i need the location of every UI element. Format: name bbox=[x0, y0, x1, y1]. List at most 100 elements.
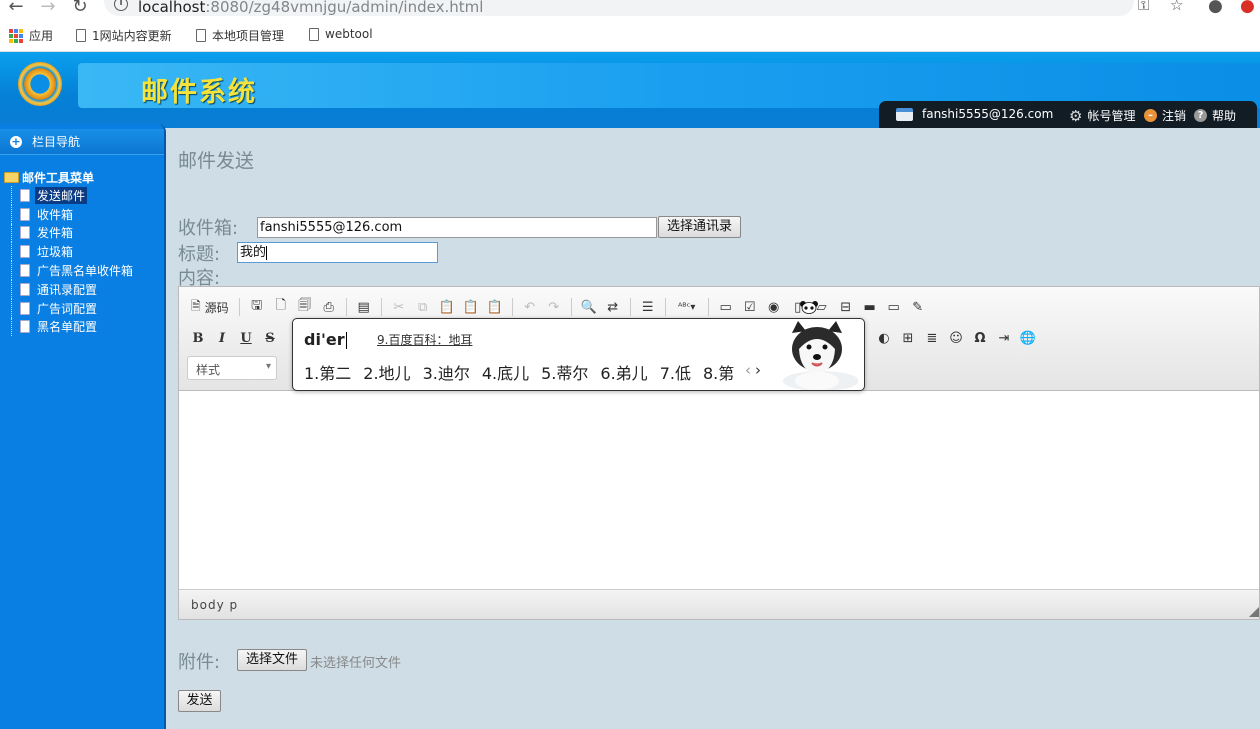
subject-label: 标题: bbox=[178, 244, 221, 265]
profile-icon[interactable]: ● bbox=[1208, 0, 1223, 16]
next-page-icon[interactable]: › bbox=[755, 361, 765, 379]
form-icon[interactable]: ▭ bbox=[715, 296, 737, 318]
sidebar-item-inbox[interactable]: 收件箱 bbox=[4, 204, 135, 224]
star-icon[interactable]: ☆ bbox=[1170, 0, 1183, 14]
radio-icon[interactable]: ◉ bbox=[763, 296, 785, 318]
ime-candidate-list: 1.第二 2.地儿 3.迪尔 4.底儿 5.蒂尔 6.弟儿 7.低 8.第 bbox=[304, 360, 734, 384]
underline-button[interactable]: U bbox=[235, 327, 257, 349]
table-icon[interactable]: ⊞ bbox=[897, 327, 919, 349]
to-input[interactable]: fanshi5555@126.com bbox=[257, 217, 657, 238]
save-icon[interactable]: 🖫 bbox=[246, 296, 268, 318]
select-contacts-button[interactable]: 选择通讯录 bbox=[658, 216, 741, 238]
checkbox-icon[interactable]: ☑ bbox=[739, 296, 761, 318]
sidebar-item-send-mail[interactable]: 发送邮件 bbox=[4, 186, 135, 205]
special-char-icon[interactable]: Ω bbox=[969, 327, 991, 349]
find-icon[interactable]: 🔍 bbox=[578, 296, 600, 318]
hidden-field-icon[interactable]: ✎ bbox=[907, 296, 929, 318]
paste-word-icon[interactable]: 📋 bbox=[484, 296, 506, 318]
print-icon[interactable]: ⎙ bbox=[318, 296, 340, 318]
sidebar-item-ad-words-config[interactable]: 广告词配置 bbox=[4, 298, 135, 318]
bookmark-apps[interactable]: 应用 bbox=[9, 27, 53, 44]
logout-link[interactable]: – 注销 bbox=[1144, 107, 1186, 124]
sidebar-item-blacklist-config[interactable]: 黑名单配置 bbox=[4, 317, 135, 337]
iframe-icon[interactable]: 🌐 bbox=[1017, 327, 1039, 349]
page-break-icon[interactable]: ⇥ bbox=[993, 327, 1015, 349]
flash-icon[interactable]: ◐ bbox=[873, 327, 895, 349]
sidebar-item-ad-blacklist-inbox[interactable]: 广告黑名单收件箱 bbox=[4, 261, 135, 280]
spellcheck-icon[interactable]: ᴬᴮᶜ▾ bbox=[672, 296, 702, 318]
source-button[interactable]: 🗎 源码 bbox=[187, 296, 233, 318]
send-button[interactable]: 发送 bbox=[178, 690, 221, 712]
menu-root[interactable]: 邮件工具菜单 bbox=[4, 168, 135, 186]
ime-baike-text: 9.百度百科：地耳 bbox=[377, 333, 473, 347]
page-icon bbox=[76, 29, 86, 42]
document-icon bbox=[20, 301, 30, 315]
new-page-icon[interactable]: 🗋 bbox=[270, 296, 292, 318]
ime-candidate[interactable]: 4.底儿 bbox=[482, 360, 529, 384]
sidebar-item-trash[interactable]: 垃圾箱 bbox=[4, 242, 135, 261]
cut-icon[interactable]: ✂ bbox=[388, 296, 410, 318]
preview-icon[interactable]: 🗐 bbox=[294, 296, 316, 318]
bold-button[interactable]: B bbox=[187, 327, 209, 349]
undo-icon[interactable]: ↶ bbox=[519, 296, 541, 318]
prev-page-icon[interactable]: ‹ bbox=[745, 361, 755, 379]
style-select[interactable]: 样式 bbox=[187, 356, 277, 380]
ime-candidate[interactable]: 1.第二 bbox=[304, 360, 351, 384]
sidebar-item-label: 广告黑名单收件箱 bbox=[37, 264, 134, 279]
ime-candidate[interactable]: 8.第 bbox=[703, 360, 734, 384]
bookmark-item[interactable]: 本地项目管理 bbox=[196, 27, 284, 44]
button-field-icon[interactable]: ▬ bbox=[859, 296, 881, 318]
ime-candidate[interactable]: 5.蒂尔 bbox=[541, 360, 588, 384]
paste-icon[interactable]: 📋 bbox=[436, 296, 458, 318]
select-field-icon[interactable]: ⊟ bbox=[835, 296, 857, 318]
ime-candidate[interactable]: 7.低 bbox=[660, 360, 691, 384]
key-icon[interactable]: ⚿ bbox=[1138, 0, 1149, 14]
sidebar-item-label: 发件箱 bbox=[37, 226, 74, 241]
back-icon[interactable]: ← bbox=[6, 0, 26, 17]
italic-button[interactable]: I bbox=[211, 327, 233, 349]
select-all-icon[interactable]: ☰ bbox=[637, 296, 659, 318]
resize-grip-icon[interactable] bbox=[1249, 607, 1259, 617]
smiley-icon[interactable]: ☺ bbox=[945, 327, 967, 349]
forward-icon[interactable]: → bbox=[38, 0, 58, 17]
sidebar-nav-header[interactable]: + 栏目导航 bbox=[0, 129, 164, 155]
to-label: 收件箱: bbox=[178, 218, 239, 239]
update-icon[interactable]: ● bbox=[1240, 0, 1255, 16]
strike-button[interactable]: S bbox=[259, 327, 281, 349]
user-email: fanshi5555@126.com bbox=[922, 107, 1054, 121]
ime-composition: di'er bbox=[304, 330, 347, 349]
toolbar-separator bbox=[707, 298, 709, 316]
sidebar-item-contacts-config[interactable]: 通讯录配置 bbox=[4, 279, 135, 299]
ime-baike-suggestion[interactable]: 9.百度百科：地耳 bbox=[377, 331, 472, 348]
editor-body[interactable] bbox=[179, 391, 1259, 587]
bookmark-item[interactable]: 1网站内容更新 bbox=[76, 27, 172, 44]
replace-icon[interactable]: ⇄ bbox=[602, 296, 624, 318]
bookmark-label: 应用 bbox=[29, 29, 54, 43]
account-settings-link[interactable]: ⚙ 帐号管理 bbox=[1069, 107, 1135, 124]
attachment-label: 附件: bbox=[178, 652, 221, 673]
address-bar[interactable]: localhost:8080/zg48vmnjgu/admin/index.ht… bbox=[104, 0, 1134, 16]
templates-icon[interactable]: ▤ bbox=[353, 296, 375, 318]
help-icon: ? bbox=[1194, 109, 1207, 122]
horizontal-rule-icon[interactable]: ≣ bbox=[921, 327, 943, 349]
ime-candidate[interactable]: 6.弟儿 bbox=[600, 360, 647, 384]
subject-input[interactable]: 我的 bbox=[237, 242, 438, 263]
choose-file-button[interactable]: 选择文件 bbox=[237, 649, 307, 671]
sidebar-item-label: 垃圾箱 bbox=[37, 245, 74, 260]
copy-icon[interactable]: ⧉ bbox=[412, 296, 434, 318]
menu-root-label: 邮件工具菜单 bbox=[22, 170, 95, 185]
ime-candidate[interactable]: 2.地儿 bbox=[363, 360, 410, 384]
reload-icon[interactable]: ↻ bbox=[70, 0, 90, 17]
help-link[interactable]: ? 帮助 bbox=[1194, 107, 1236, 124]
ime-page-arrows[interactable]: ‹› bbox=[745, 361, 765, 379]
redo-icon[interactable]: ↷ bbox=[543, 296, 565, 318]
logout-icon: – bbox=[1144, 109, 1157, 122]
bookmarks-bar: 应用 1网站内容更新 本地项目管理 webtool bbox=[0, 24, 1260, 46]
source-label: 源码 bbox=[204, 300, 229, 315]
sidebar-item-outbox[interactable]: 发件箱 bbox=[4, 223, 135, 243]
image-button-icon[interactable]: ▭ bbox=[883, 296, 905, 318]
toolbar-row-2-right: ◐ ⊞ ≣ ☺ Ω ⇥ 🌐 bbox=[873, 325, 1039, 351]
bookmark-item[interactable]: webtool bbox=[309, 27, 373, 41]
paste-text-icon[interactable]: 📋 bbox=[460, 296, 482, 318]
ime-candidate[interactable]: 3.迪尔 bbox=[423, 360, 470, 384]
